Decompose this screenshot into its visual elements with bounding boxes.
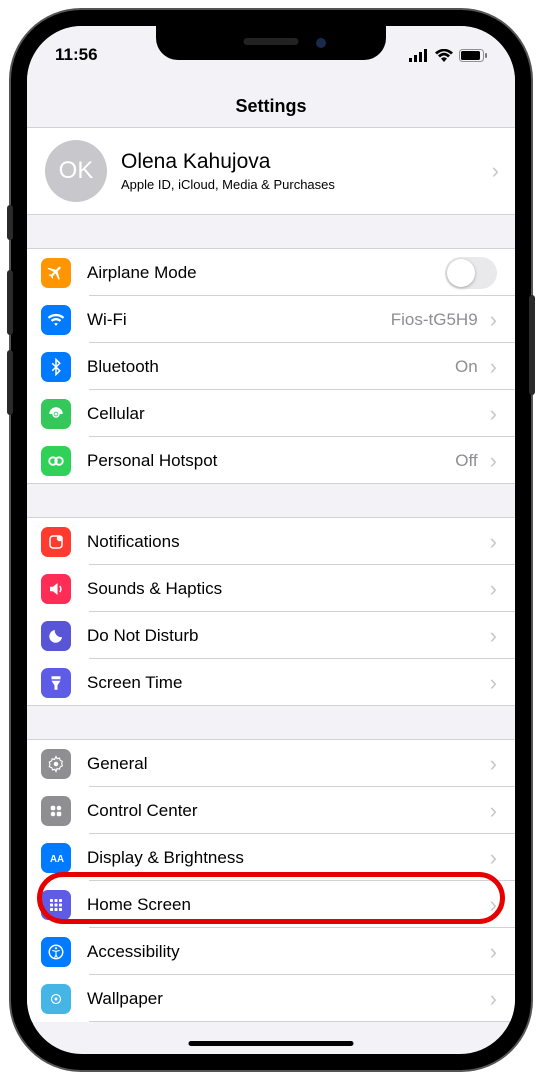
hotspot-icon bbox=[41, 446, 71, 476]
row-general[interactable]: General › bbox=[27, 740, 515, 787]
airplane-toggle[interactable] bbox=[445, 257, 497, 289]
notch bbox=[156, 26, 386, 60]
chevron-right-icon: › bbox=[490, 986, 497, 1012]
row-label: Bluetooth bbox=[87, 357, 455, 377]
row-label: Wi-Fi bbox=[87, 310, 391, 330]
chevron-right-icon: › bbox=[490, 448, 497, 474]
row-label: Control Center bbox=[87, 801, 486, 821]
row-sounds-haptics[interactable]: Sounds & Haptics › bbox=[27, 565, 515, 612]
row-value: On bbox=[455, 357, 478, 377]
row-label: General bbox=[87, 754, 486, 774]
row-label: Home Screen bbox=[87, 895, 486, 915]
display-icon: AA bbox=[41, 843, 71, 873]
home-screen-icon bbox=[41, 890, 71, 920]
row-label: Airplane Mode bbox=[87, 263, 445, 283]
wifi-icon bbox=[41, 305, 71, 335]
row-airplane-mode[interactable]: Airplane Mode bbox=[27, 249, 515, 296]
general-icon bbox=[41, 749, 71, 779]
row-label: Notifications bbox=[87, 532, 486, 552]
airplane-icon bbox=[41, 258, 71, 288]
chevron-right-icon: › bbox=[490, 623, 497, 649]
power-button[interactable] bbox=[529, 295, 535, 395]
chevron-right-icon: › bbox=[490, 751, 497, 777]
mute-switch[interactable] bbox=[7, 205, 13, 240]
wifi-icon bbox=[435, 49, 453, 62]
row-bluetooth[interactable]: Bluetooth On › bbox=[27, 343, 515, 390]
row-accessibility[interactable]: Accessibility › bbox=[27, 928, 515, 975]
chevron-right-icon: › bbox=[490, 670, 497, 696]
row-personal-hotspot[interactable]: Personal Hotspot Off › bbox=[27, 437, 515, 484]
chevron-right-icon: › bbox=[490, 939, 497, 965]
row-label: Personal Hotspot bbox=[87, 451, 455, 471]
chevron-right-icon: › bbox=[490, 354, 497, 380]
cellular-signal-icon bbox=[409, 49, 429, 62]
row-value: Fios-tG5H9 bbox=[391, 310, 478, 330]
chevron-right-icon: › bbox=[492, 158, 499, 184]
profile-name: Olena Kahujova bbox=[121, 150, 335, 174]
row-label: Cellular bbox=[87, 404, 486, 424]
row-label: Screen Time bbox=[87, 673, 486, 693]
row-label: Sounds & Haptics bbox=[87, 579, 486, 599]
screentime-icon bbox=[41, 668, 71, 698]
wallpaper-icon bbox=[41, 984, 71, 1014]
accessibility-icon bbox=[41, 937, 71, 967]
row-label: Display & Brightness bbox=[87, 848, 486, 868]
control-center-icon bbox=[41, 796, 71, 826]
chevron-right-icon: › bbox=[490, 798, 497, 824]
section-gap bbox=[27, 215, 515, 249]
notifications-icon bbox=[41, 527, 71, 557]
dnd-icon bbox=[41, 621, 71, 651]
status-time: 11:56 bbox=[55, 45, 98, 65]
row-wallpaper[interactable]: Wallpaper › bbox=[27, 975, 515, 1022]
chevron-right-icon: › bbox=[490, 576, 497, 602]
home-indicator[interactable] bbox=[189, 1041, 354, 1046]
row-notifications[interactable]: Notifications › bbox=[27, 518, 515, 565]
row-home-screen[interactable]: Home Screen › bbox=[27, 881, 515, 928]
sounds-icon bbox=[41, 574, 71, 604]
front-camera bbox=[316, 38, 326, 48]
svg-text:AA: AA bbox=[50, 853, 64, 864]
section-gap bbox=[27, 706, 515, 740]
row-do-not-disturb[interactable]: Do Not Disturb › bbox=[27, 612, 515, 659]
page-title: Settings bbox=[27, 74, 515, 128]
volume-up-button[interactable] bbox=[7, 270, 13, 335]
row-screen-time[interactable]: Screen Time › bbox=[27, 659, 515, 706]
row-cellular[interactable]: Cellular › bbox=[27, 390, 515, 437]
chevron-right-icon: › bbox=[490, 529, 497, 555]
row-label: Do Not Disturb bbox=[87, 626, 486, 646]
row-label: Accessibility bbox=[87, 942, 486, 962]
chevron-right-icon: › bbox=[490, 401, 497, 427]
chevron-right-icon: › bbox=[490, 892, 497, 918]
profile-subtitle: Apple ID, iCloud, Media & Purchases bbox=[121, 177, 335, 192]
battery-icon bbox=[459, 49, 487, 62]
cellular-icon bbox=[41, 399, 71, 429]
bluetooth-icon bbox=[41, 352, 71, 382]
row-wifi[interactable]: Wi-Fi Fios-tG5H9 › bbox=[27, 296, 515, 343]
avatar: OK bbox=[45, 140, 107, 202]
row-control-center[interactable]: Control Center › bbox=[27, 787, 515, 834]
volume-down-button[interactable] bbox=[7, 350, 13, 415]
chevron-right-icon: › bbox=[490, 845, 497, 871]
section-gap bbox=[27, 484, 515, 518]
chevron-right-icon: › bbox=[490, 307, 497, 333]
row-value: Off bbox=[455, 451, 477, 471]
profile-row[interactable]: OK Olena Kahujova Apple ID, iCloud, Medi… bbox=[27, 128, 515, 215]
earpiece-speaker bbox=[244, 38, 299, 45]
row-display-brightness[interactable]: AA Display & Brightness › bbox=[27, 834, 515, 881]
phone-frame: 11:56 Settings OK Olena Kahujova Apple I… bbox=[11, 10, 531, 1070]
row-label: Wallpaper bbox=[87, 989, 486, 1009]
screen: 11:56 Settings OK Olena Kahujova Apple I… bbox=[27, 26, 515, 1054]
